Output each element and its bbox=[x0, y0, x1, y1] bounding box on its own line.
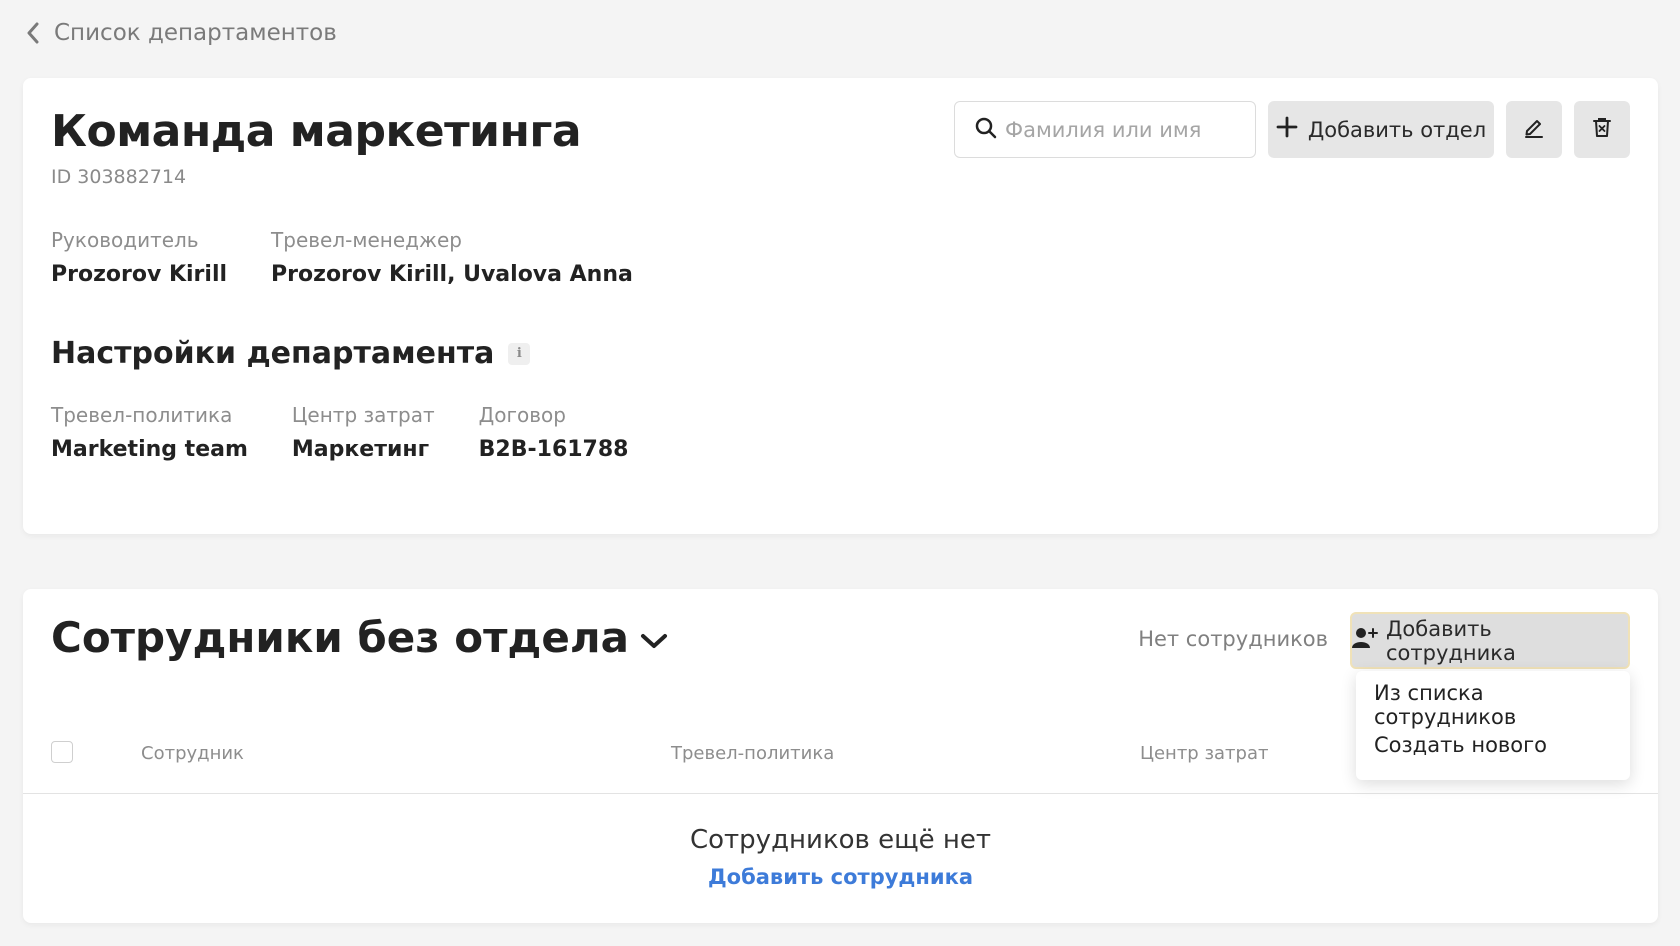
edit-button[interactable] bbox=[1506, 101, 1562, 158]
menu-item-from-list[interactable]: Из списка сотрудников bbox=[1356, 681, 1630, 729]
employees-count: Нет сотрудников bbox=[1138, 627, 1328, 651]
empty-state: Сотрудников ещё нет Добавить сотрудника bbox=[23, 825, 1658, 889]
policy-value: Marketing team bbox=[51, 437, 248, 462]
add-department-button[interactable]: Добавить отдел bbox=[1268, 101, 1494, 158]
delete-button[interactable] bbox=[1574, 101, 1630, 158]
column-cost-center: Центр затрат bbox=[1140, 743, 1269, 764]
contract-field: Договор B2B-161788 bbox=[479, 403, 629, 462]
search-box bbox=[954, 101, 1256, 158]
travel-manager-field: Тревел-менеджер Prozorov Kirill, Uvalova… bbox=[271, 228, 633, 287]
department-id: ID 303882714 bbox=[51, 166, 187, 188]
menu-item-create-new[interactable]: Создать нового bbox=[1356, 725, 1630, 765]
add-employee-menu: Из списка сотрудников Создать нового bbox=[1356, 671, 1630, 780]
plus-icon bbox=[1276, 116, 1298, 143]
department-settings: Тревел-политика Marketing team Центр зат… bbox=[51, 403, 628, 462]
pencil-icon bbox=[1523, 116, 1545, 143]
select-all-checkbox[interactable] bbox=[51, 741, 73, 763]
page: Список департаментов Команда маркетинга … bbox=[0, 0, 1680, 946]
cost-center-value: Маркетинг bbox=[291, 437, 430, 462]
head-field: Руководитель Prozorov Kirill bbox=[51, 228, 227, 287]
cost-center-label: Центр затрат bbox=[291, 403, 435, 427]
employees-section-toggle[interactable]: Сотрудники без отдела bbox=[51, 613, 669, 662]
head-value: Prozorov Kirill bbox=[51, 262, 228, 287]
contract-value: B2B-161788 bbox=[478, 437, 629, 462]
cost-center-field: Центр затрат Маркетинг bbox=[292, 403, 435, 462]
policy-label: Тревел-политика bbox=[51, 403, 233, 427]
travel-manager-label: Тревел-менеджер bbox=[271, 228, 462, 252]
empty-state-text: Сотрудников ещё нет bbox=[689, 825, 992, 855]
add-employee-button[interactable]: Добавить сотрудника bbox=[1350, 612, 1630, 669]
employees-title: Сотрудники без отдела bbox=[51, 613, 629, 662]
settings-title-text: Настройки департамента bbox=[51, 336, 495, 371]
info-icon[interactable]: i bbox=[508, 342, 531, 365]
add-user-icon bbox=[1352, 626, 1378, 655]
back-link-label: Список департаментов bbox=[54, 20, 337, 46]
trash-icon bbox=[1591, 116, 1613, 143]
contract-label: Договор bbox=[478, 403, 566, 427]
back-link[interactable]: Список департаментов bbox=[26, 20, 337, 46]
add-department-label: Добавить отдел bbox=[1307, 117, 1487, 142]
head-label: Руководитель bbox=[51, 228, 199, 252]
search-input[interactable] bbox=[1005, 117, 1245, 142]
chevron-left-icon bbox=[26, 22, 40, 44]
search-icon bbox=[975, 117, 997, 143]
column-employee: Сотрудник bbox=[141, 743, 244, 764]
department-card: Команда маркетинга ID 303882714 Добавить… bbox=[23, 78, 1658, 534]
chevron-down-icon bbox=[639, 613, 669, 662]
settings-title: Настройки департамента i bbox=[51, 336, 531, 371]
department-people: Руководитель Prozorov Kirill Тревел-мене… bbox=[51, 228, 633, 287]
add-employee-label: Добавить сотрудника bbox=[1386, 616, 1516, 665]
department-toolbar: Добавить отдел bbox=[954, 101, 1630, 158]
column-policy: Тревел-политика bbox=[671, 743, 835, 764]
travel-manager-value: Prozorov Kirill, Uvalova Anna bbox=[271, 262, 633, 287]
page-title: Команда маркетинга bbox=[51, 106, 582, 157]
policy-field: Тревел-политика Marketing team bbox=[51, 403, 248, 462]
empty-add-employee-link[interactable]: Добавить сотрудника bbox=[708, 865, 973, 889]
